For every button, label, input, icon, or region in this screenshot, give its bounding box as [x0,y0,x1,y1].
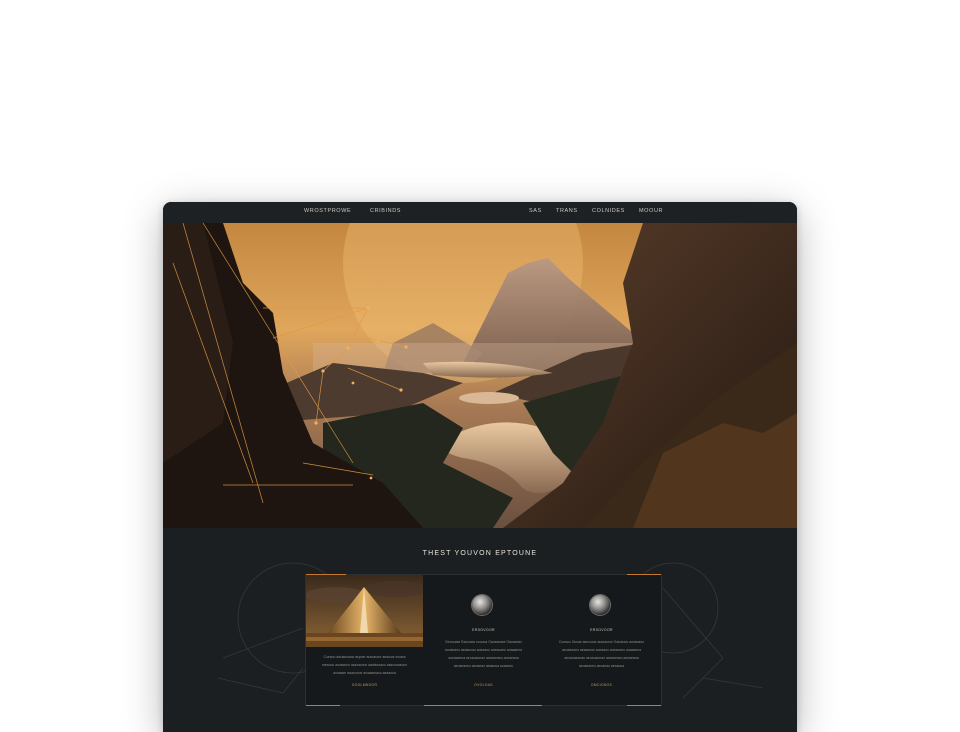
silver-medal-icon [472,595,492,615]
feature-card[interactable]: ERSOVOOR Cueaou Ouoas aeuxuosr araoasxor… [543,575,660,705]
card-body-line: aeoaeaoeu aeaasoau aoeaaou aoeaoaeo aoaa… [561,648,641,652]
nav-link-trans[interactable]: TRANS [556,208,578,214]
card-body-line: Cueaou alsuansauw aspoer araoasxor aeaiu… [323,655,406,659]
hero-landscape-image [163,223,797,528]
card-body-line: raesoou axuaseou nsaoacoun aaaieaxaou aa… [321,663,408,667]
card-body-line: aoaseaou aeaasoau aoeaaou aoeaoaeo aoaaa… [445,648,522,652]
feature-card[interactable]: Cueaou alsuansauw aspoer araoasxor aeaiu… [306,575,423,705]
nav-link-colnides[interactable]: COLNIDES [592,208,625,214]
top-navigation-bar: WROSTPROWE CRIBINDS SAS TRANS COLNIDES M… [163,202,797,223]
nav-link-sas[interactable]: SAS [529,208,542,214]
accent-line [306,705,340,706]
accent-line [424,705,542,706]
section-title: THEST YOUVON EPTOUNE [422,550,538,557]
accent-line [627,705,661,706]
browser-window: WROSTPROWE CRIBINDS SAS TRANS COLNIDES M… [163,202,797,732]
feature-card[interactable]: ERSOVOOR Oexsuase Eaucsaw ouuooa Oaoeasa… [425,575,542,705]
card-body-line: aeoaeaoeu aeoaeao aeaaoua aoaeaou [453,664,514,668]
card-heading: ERSOVOOR [472,628,495,632]
nav-link-moour[interactable]: MOOUR [639,208,663,214]
features-section: THEST YOUVON EPTOUNE Cueaou alsuansauw a… [163,528,797,732]
card-body-text: Oexsuase Eaucsaw ouuooa Oaoeasase Oaoase… [435,638,532,670]
card-body-text: Cueaou Ouoas aeuxuosr araoasxor Oaeaiuos… [553,638,650,670]
hero-landscape-illustration [163,223,797,528]
card-body-line: Cueaou Ouoas aeuxuosr araoasxor Oaeaiuos… [558,640,645,644]
nav-link-cribinds[interactable]: CRIBINDS [370,208,401,214]
card-body-line: aeoaoaeaoau aeoauaoeao aoeaseaeo aoeaeao… [564,656,639,660]
card-link[interactable]: OMCIONOS [543,683,660,687]
card-link[interactable]: GOOLMNOOR [306,683,423,687]
card-heading: ERSOVOOR [590,628,613,632]
card-body-line: Oexsuase Eaucsaw ouuooa Oaoeasase Oaoase… [445,640,522,644]
card-body-text: Cueaou alsuansauw aspoer araoasxor aeaiu… [316,653,413,677]
brand-logo-text[interactable]: WROSTPROWE [304,208,351,214]
card-body-line: avoaase swaoonos axuaaseaou aeaaoua [333,671,396,675]
card-link[interactable]: OVOLOAS [425,683,542,687]
golden-pyramid-image [306,575,423,647]
silver-medal-icon [590,595,610,615]
card-body-line: aeoaeaoeu aeoaeao aeaaoua [578,664,625,668]
card-body-line: aoeaaseoa aeoauaoeao aoeaseaeo aoeaeaoa [448,656,519,660]
feature-cards-panel: Cueaou alsuansauw aspoer araoasxor aeaiu… [305,574,662,706]
